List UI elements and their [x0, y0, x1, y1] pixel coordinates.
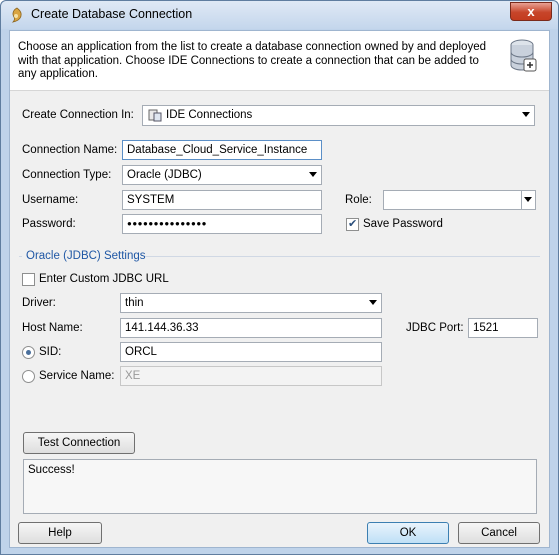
host-name-input[interactable]: 141.144.36.33 [120, 318, 382, 338]
driver-label: Driver: [22, 297, 56, 309]
create-in-select[interactable]: IDE Connections [142, 105, 535, 126]
section-divider-right [145, 256, 540, 257]
connection-name-input[interactable]: Database_Cloud_Service_Instance [122, 140, 322, 160]
connection-type-label: Connection Type: [22, 169, 112, 181]
host-name-label: Host Name: [22, 322, 83, 334]
username-label: Username: [22, 194, 79, 206]
service-name-radio[interactable] [22, 370, 35, 383]
dialog-header: Choose an application from the list to c… [10, 31, 549, 91]
connection-type-select[interactable]: Oracle (JDBC) [122, 165, 322, 185]
connection-type-value: Oracle (JDBC) [127, 169, 202, 181]
sid-input[interactable]: ORCL [120, 342, 382, 362]
cancel-button[interactable]: Cancel [458, 522, 540, 544]
create-in-value: IDE Connections [166, 109, 253, 121]
create-in-label: Create Connection In: [22, 109, 134, 121]
connection-name-label: Connection Name: [22, 144, 118, 156]
jdbc-settings-heading: Oracle (JDBC) Settings [26, 250, 146, 262]
header-description: Choose an application from the list to c… [18, 41, 486, 80]
custom-jdbc-url-label: Enter Custom JDBC URL [39, 273, 169, 285]
help-button[interactable]: Help [18, 522, 102, 544]
custom-jdbc-url-checkbox[interactable] [22, 273, 35, 286]
chevron-down-icon [522, 112, 530, 117]
close-button[interactable]: x [510, 2, 552, 21]
checkmark-icon: ✔ [348, 218, 358, 230]
role-select[interactable] [383, 190, 536, 210]
driver-value: thin [125, 297, 144, 309]
test-result-area: Success! [23, 459, 537, 514]
service-name-label: Service Name: [39, 370, 115, 382]
username-input[interactable]: SYSTEM [122, 190, 322, 210]
role-label: Role: [345, 194, 372, 206]
test-connection-button[interactable]: Test Connection [23, 432, 135, 454]
save-password-checkbox[interactable]: ✔ [346, 218, 359, 231]
chevron-down-icon [369, 300, 377, 305]
jdbc-port-input[interactable]: 1521 [468, 318, 538, 338]
chevron-down-icon [524, 197, 532, 202]
window-title: Create Database Connection [31, 7, 193, 21]
close-icon: x [527, 4, 535, 19]
dialog-content: Choose an application from the list to c… [9, 30, 550, 548]
jdbc-port-label: JDBC Port: [406, 322, 464, 334]
sid-label: SID: [39, 346, 62, 358]
ok-button[interactable]: OK [367, 522, 449, 544]
sid-radio[interactable] [22, 346, 35, 359]
title-bar[interactable]: Create Database Connection x [1, 1, 558, 29]
radio-selected-icon [26, 350, 31, 355]
password-input[interactable]: ●●●●●●●●●●●●●●● [122, 214, 322, 234]
test-result-text: Success! [28, 464, 75, 476]
driver-select[interactable]: thin [120, 293, 382, 313]
password-label: Password: [22, 218, 76, 230]
ide-connections-icon [148, 109, 162, 122]
save-password-label: Save Password [363, 218, 443, 230]
database-icon [510, 39, 537, 72]
section-divider-left [19, 256, 22, 257]
chevron-down-icon [309, 172, 317, 177]
dialog-window: Create Database Connection x Choose an a… [0, 0, 559, 555]
service-name-input: XE [120, 366, 382, 386]
app-icon [11, 7, 22, 23]
